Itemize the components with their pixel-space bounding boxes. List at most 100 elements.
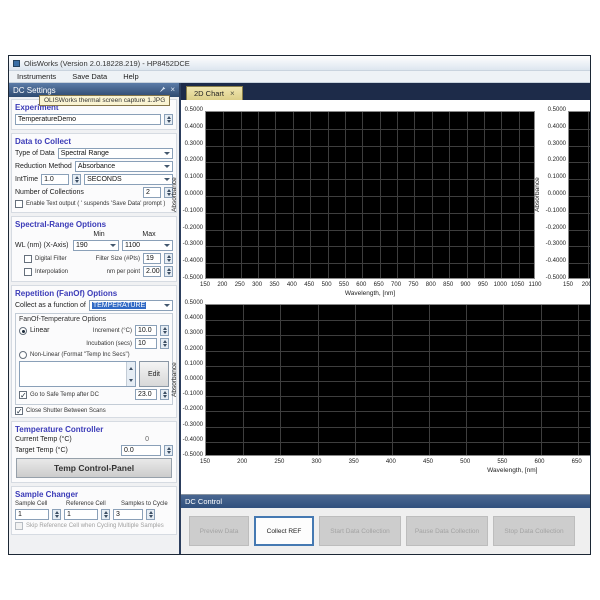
enable-text-output-label: Enable Text output ( ' suspends 'Save Da… bbox=[26, 201, 165, 207]
grid-line bbox=[355, 305, 356, 455]
stop-data-collection-button[interactable]: Stop Data Collection bbox=[493, 516, 575, 546]
type-of-data-select[interactable]: Spectral Range bbox=[58, 148, 173, 159]
edit-button[interactable]: Edit bbox=[139, 361, 169, 387]
wl-min-select[interactable]: 190 bbox=[73, 240, 119, 251]
plot-area[interactable] bbox=[205, 304, 591, 456]
inttime-spinner[interactable] bbox=[72, 174, 81, 185]
safe-temp-checkbox[interactable] bbox=[19, 391, 27, 399]
preview-data-button[interactable]: Preview Data bbox=[189, 516, 249, 546]
app-window: OlisWorks (Version 2.0.18228.219) - HP84… bbox=[8, 55, 591, 555]
start-data-collection-button[interactable]: Start Data Collection bbox=[319, 516, 401, 546]
samples-to-cycle-spinner[interactable] bbox=[146, 509, 155, 520]
menu-save-data[interactable]: Save Data bbox=[72, 72, 107, 81]
reference-cell-spinner[interactable] bbox=[101, 509, 110, 520]
temp-control-panel-button[interactable]: Temp Control-Panel bbox=[16, 458, 172, 478]
nonlinear-radio[interactable] bbox=[19, 351, 27, 359]
digital-filter-label: Digital Filter bbox=[35, 256, 67, 262]
grid-line bbox=[432, 112, 433, 278]
experiment-name-input[interactable]: TemperatureDemo bbox=[15, 114, 161, 125]
chevron-down-icon bbox=[164, 165, 170, 168]
y-tick-label: -0.1000 bbox=[180, 208, 203, 214]
wl-axis-label: WL (nm) (X-Axis) bbox=[15, 242, 70, 249]
temperature-controller-section: Temperature Controller Current Temp (°C)… bbox=[11, 421, 177, 483]
interpolation-checkbox[interactable] bbox=[24, 268, 32, 276]
min-label: Min bbox=[76, 231, 122, 238]
chevron-down-icon bbox=[164, 178, 170, 181]
nonlinear-listbox[interactable] bbox=[19, 361, 136, 387]
chart-workspace: 2D Chart × 0.50000.40000.30000.20000.100… bbox=[181, 83, 590, 554]
grid-line bbox=[392, 305, 393, 455]
grid-line bbox=[414, 112, 415, 278]
dc-settings-panel: DC Settings × Experiment TemperatureDemo… bbox=[9, 83, 181, 554]
safe-temp-input[interactable]: 23.0 bbox=[135, 389, 157, 400]
target-temp-input[interactable]: 0.0 bbox=[121, 445, 161, 456]
sample-cell-input[interactable]: 1 bbox=[15, 509, 49, 520]
y-tick-label: -0.5000 bbox=[180, 275, 203, 281]
listbox-scroll[interactable] bbox=[126, 362, 135, 386]
close-shutter-checkbox[interactable] bbox=[15, 407, 23, 415]
y-tick-label: 0.3000 bbox=[180, 330, 203, 336]
reference-cell-input[interactable]: 1 bbox=[64, 509, 98, 520]
chart-region: 0.50000.40000.30000.20000.10000.0000-0.1… bbox=[181, 100, 590, 494]
target-temp-spinner[interactable] bbox=[164, 445, 173, 456]
plot-area[interactable] bbox=[205, 111, 535, 279]
nm-per-point-spinner[interactable] bbox=[164, 266, 173, 277]
grid-line bbox=[449, 112, 450, 278]
x-tick-label: 450 bbox=[417, 459, 439, 465]
dc-control-body: Preview Data Collect REF Start Data Coll… bbox=[181, 508, 590, 554]
grid-line bbox=[501, 112, 502, 278]
close-panel-icon[interactable]: × bbox=[170, 86, 175, 94]
linear-radio[interactable] bbox=[19, 327, 27, 335]
reduction-method-label: Reduction Method bbox=[15, 163, 72, 170]
grid-line bbox=[519, 112, 520, 278]
safe-temp-spinner[interactable] bbox=[160, 389, 169, 400]
plot-area[interactable] bbox=[568, 111, 591, 279]
digital-filter-checkbox[interactable] bbox=[24, 255, 32, 263]
tab-2d-chart[interactable]: 2D Chart × bbox=[186, 86, 243, 100]
grid-line bbox=[466, 305, 467, 455]
close-tab-icon[interactable]: × bbox=[230, 90, 235, 98]
type-of-data-label: Type of Data bbox=[15, 150, 55, 157]
pause-data-collection-button[interactable]: Pause Data Collection bbox=[406, 516, 488, 546]
reduction-method-select[interactable]: Absorbance bbox=[75, 161, 173, 172]
inttime-units-select[interactable]: SECONDS bbox=[84, 174, 173, 185]
grid-line bbox=[380, 112, 381, 278]
collections-input[interactable]: 2 bbox=[143, 187, 161, 198]
grid-line bbox=[206, 427, 591, 428]
sample-cell-label: Sample Cell bbox=[15, 501, 63, 507]
chevron-down-icon bbox=[164, 152, 170, 155]
nm-per-point-input[interactable]: 2.00 bbox=[143, 266, 161, 277]
max-label: Max bbox=[125, 231, 173, 238]
current-temp-value: 0 bbox=[145, 436, 149, 443]
filter-size-label: Filter Size (#Pts) bbox=[96, 256, 140, 262]
repetition-section: Repetition (FanOf) Options Collect as a … bbox=[11, 285, 177, 418]
sample-cell-spinner[interactable] bbox=[52, 509, 61, 520]
filter-size-spinner[interactable] bbox=[164, 253, 173, 264]
experiment-spinner[interactable] bbox=[164, 114, 173, 125]
menu-instruments[interactable]: Instruments bbox=[17, 72, 56, 81]
samples-to-cycle-label: Samples to Cycle bbox=[121, 501, 173, 507]
grid-line bbox=[503, 305, 504, 455]
filter-size-input[interactable]: 19 bbox=[143, 253, 161, 264]
incubation-spinner[interactable] bbox=[160, 338, 169, 349]
grid-line bbox=[206, 381, 591, 382]
y-tick-label: 0.2000 bbox=[180, 346, 203, 352]
menu-help[interactable]: Help bbox=[123, 72, 138, 81]
grid-line bbox=[241, 112, 242, 278]
incubation-input[interactable]: 10 bbox=[135, 338, 157, 349]
dc-control-panel: DC Control Preview Data Collect REF Star… bbox=[181, 494, 590, 554]
increment-input[interactable]: 10.0 bbox=[135, 325, 157, 336]
collect-ref-button[interactable]: Collect REF bbox=[254, 516, 314, 546]
x-tick-label: 200 bbox=[231, 459, 253, 465]
inttime-input[interactable]: 1.0 bbox=[41, 174, 69, 185]
title-bar[interactable]: OlisWorks (Version 2.0.18228.219) - HP84… bbox=[9, 56, 590, 71]
samples-to-cycle-input[interactable]: 3 bbox=[113, 509, 143, 520]
wl-max-select[interactable]: 1100 bbox=[122, 240, 173, 251]
pin-icon[interactable] bbox=[159, 86, 166, 95]
grid-line bbox=[310, 112, 311, 278]
increment-spinner[interactable] bbox=[160, 325, 169, 336]
skip-reference-label: Skip Reference Cell when Cycling Multipl… bbox=[26, 523, 164, 529]
y-tick-label: -0.1000 bbox=[180, 391, 203, 397]
enable-text-output-checkbox[interactable] bbox=[15, 200, 23, 208]
collect-fn-select[interactable]: TEMPERATURE bbox=[89, 300, 173, 311]
